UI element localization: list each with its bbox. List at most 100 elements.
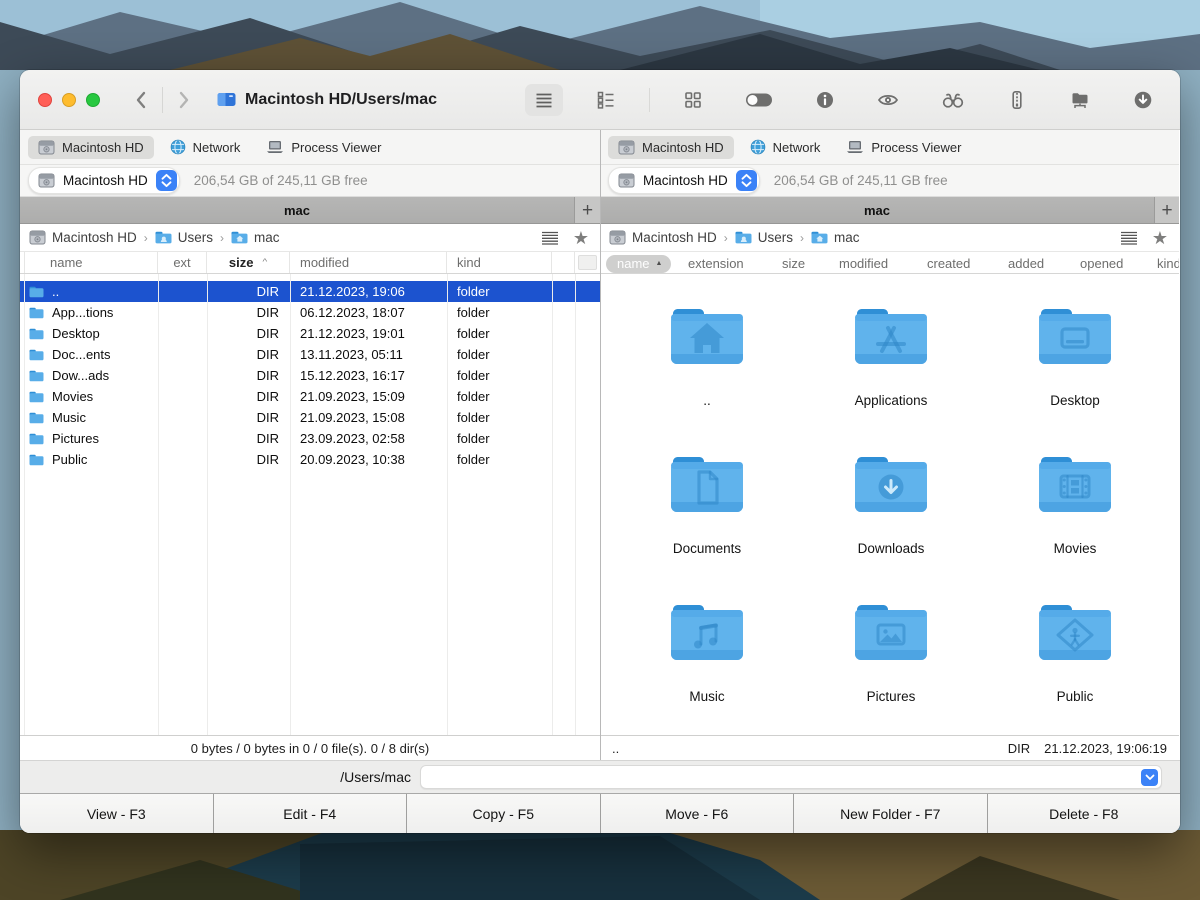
location-tab-network[interactable]: Network: [740, 135, 831, 159]
file-row-desktop[interactable]: DesktopDIR21.12.2023, 19:01folder: [20, 323, 600, 344]
grid-item-music[interactable]: Music: [615, 601, 799, 749]
favorites-star-icon[interactable]: ★: [1152, 229, 1168, 247]
cell-text: folder: [457, 368, 490, 383]
column-header-kind[interactable]: kind: [447, 252, 552, 273]
cell-text: DIR: [257, 452, 279, 467]
column-header-size[interactable]: size: [782, 252, 805, 274]
grid-item-documents[interactable]: Documents: [615, 453, 799, 601]
command-input[interactable]: [420, 765, 1162, 789]
column-header-name[interactable]: name: [24, 252, 158, 273]
file-row-movies[interactable]: MoviesDIR21.09.2023, 15:09folder: [20, 386, 600, 407]
file-row-app-tions[interactable]: App...tionsDIR06.12.2023, 18:07folder: [20, 302, 600, 323]
file-row-dow-ads[interactable]: Dow...adsDIR15.12.2023, 16:17folder: [20, 365, 600, 386]
location-tab-process-viewer[interactable]: Process Viewer: [836, 136, 971, 159]
grid-item-public[interactable]: Public: [983, 601, 1167, 749]
command-history-dropdown[interactable]: [1141, 769, 1158, 786]
forward-button[interactable]: [177, 90, 191, 110]
preview-button[interactable]: [868, 84, 908, 116]
minimize-button[interactable]: [62, 93, 76, 107]
move-button[interactable]: Move - F6: [601, 794, 795, 833]
right-status-date: 21.12.2023, 19:06:19: [1044, 741, 1167, 756]
breadcrumb-separator: ›: [144, 231, 148, 245]
breadcrumb-item-macintosh-hd[interactable]: Macintosh HD: [609, 230, 717, 245]
grid-item--[interactable]: ..: [615, 305, 799, 453]
location-tab-macintosh-hd[interactable]: Macintosh HD: [608, 136, 734, 159]
pane-splitter[interactable]: [600, 130, 601, 760]
column-header-added[interactable]: added: [1008, 252, 1044, 274]
left-drive-selector[interactable]: Macintosh HD: [28, 167, 180, 194]
column-header-modified[interactable]: modified: [839, 252, 888, 274]
wallpaper-bottom: [0, 830, 1200, 900]
copy-button[interactable]: Copy - F5: [407, 794, 601, 833]
file-row-public[interactable]: PublicDIR20.09.2023, 10:38folder: [20, 449, 600, 470]
list-view-button[interactable]: [525, 84, 563, 116]
column-header-label: size: [229, 255, 254, 270]
file-row-music[interactable]: MusicDIR21.09.2023, 15:08folder: [20, 407, 600, 428]
breadcrumb-item-macintosh-hd[interactable]: Macintosh HD: [29, 230, 137, 245]
drive-stepper-icon[interactable]: [156, 170, 177, 191]
view-button[interactable]: View - F3: [20, 794, 214, 833]
list-menu-icon[interactable]: [1120, 231, 1138, 245]
location-tab-process-viewer[interactable]: Process Viewer: [256, 136, 391, 159]
zoom-button[interactable]: [86, 93, 100, 107]
add-tab-button[interactable]: +: [1155, 197, 1179, 223]
right-drive-selector[interactable]: Macintosh HD: [608, 167, 760, 194]
folder-icon: [29, 370, 44, 382]
detail-list-view-button[interactable]: [587, 84, 625, 116]
new-folder-button[interactable]: New Folder - F7: [794, 794, 988, 833]
grid-item-applications[interactable]: Applications: [799, 305, 983, 453]
column-header-ext[interactable]: ext: [158, 252, 207, 273]
location-tab-macintosh-hd[interactable]: Macintosh HD: [28, 136, 154, 159]
folder-tab[interactable]: mac: [600, 197, 1155, 223]
nav-separator: [162, 87, 163, 113]
breadcrumb-item-mac[interactable]: mac: [811, 230, 860, 245]
file-row-pictures[interactable]: PicturesDIR23.09.2023, 02:58folder: [20, 428, 600, 449]
column-header-opened[interactable]: opened: [1080, 252, 1123, 274]
cell-text: 21.12.2023, 19:06: [300, 284, 405, 299]
network-button[interactable]: [1060, 84, 1100, 116]
file-row-doc-ents[interactable]: Doc...entsDIR13.11.2023, 05:11folder: [20, 344, 600, 365]
file-row--[interactable]: ..DIR21.12.2023, 19:06folder: [20, 281, 600, 302]
grid-item-label: Movies: [1054, 541, 1097, 556]
add-tab-button[interactable]: +: [575, 197, 600, 223]
download-button[interactable]: [1124, 84, 1162, 116]
folder-tab[interactable]: mac: [20, 197, 575, 223]
info-button[interactable]: [806, 84, 844, 116]
list-menu-icon[interactable]: [541, 231, 559, 245]
back-button[interactable]: [134, 90, 148, 110]
column-header-name[interactable]: name▲: [606, 252, 671, 274]
location-tab-network[interactable]: Network: [160, 135, 251, 159]
favorites-star-icon[interactable]: ★: [573, 229, 589, 247]
column-header-label: name: [50, 255, 83, 270]
drive-stepper-icon[interactable]: [736, 170, 757, 191]
grid-item-pictures[interactable]: Pictures: [799, 601, 983, 749]
breadcrumb-item-users[interactable]: Users: [155, 230, 213, 245]
search-button[interactable]: [932, 84, 974, 116]
archive-button[interactable]: [998, 84, 1036, 116]
grid-item-movies[interactable]: Movies: [983, 453, 1167, 601]
column-header-label: name: [617, 256, 650, 271]
column-header-extension[interactable]: extension: [688, 252, 744, 274]
delete-button[interactable]: Delete - F8: [988, 794, 1181, 833]
hard-drive-icon: [38, 173, 55, 188]
column-header-modified[interactable]: modified: [290, 252, 447, 273]
cell-text: DIR: [257, 326, 279, 341]
column-header-kind[interactable]: kind: [1157, 252, 1179, 274]
folder-user-icon: [155, 231, 172, 244]
column-header-size[interactable]: size^: [207, 252, 290, 273]
close-button[interactable]: [38, 93, 52, 107]
breadcrumb-item-users[interactable]: Users: [735, 230, 793, 245]
grid-item-downloads[interactable]: Downloads: [799, 453, 983, 601]
column-header-label: kind: [457, 255, 481, 270]
folder-music-icon: [668, 601, 746, 668]
grid-view-button[interactable]: [674, 84, 712, 116]
column-header-created[interactable]: created: [927, 252, 970, 274]
columns-corner-button[interactable]: [578, 255, 597, 270]
right-column-headers: name▲ extension size modified created added op…: [600, 252, 1179, 274]
breadcrumb-item-mac[interactable]: mac: [231, 230, 280, 245]
folder-icon: [29, 328, 44, 340]
grid-item-desktop[interactable]: Desktop: [983, 305, 1167, 453]
edit-button[interactable]: Edit - F4: [214, 794, 408, 833]
panes-toggle-button[interactable]: [736, 84, 782, 116]
network-folder-icon: [1069, 90, 1091, 110]
